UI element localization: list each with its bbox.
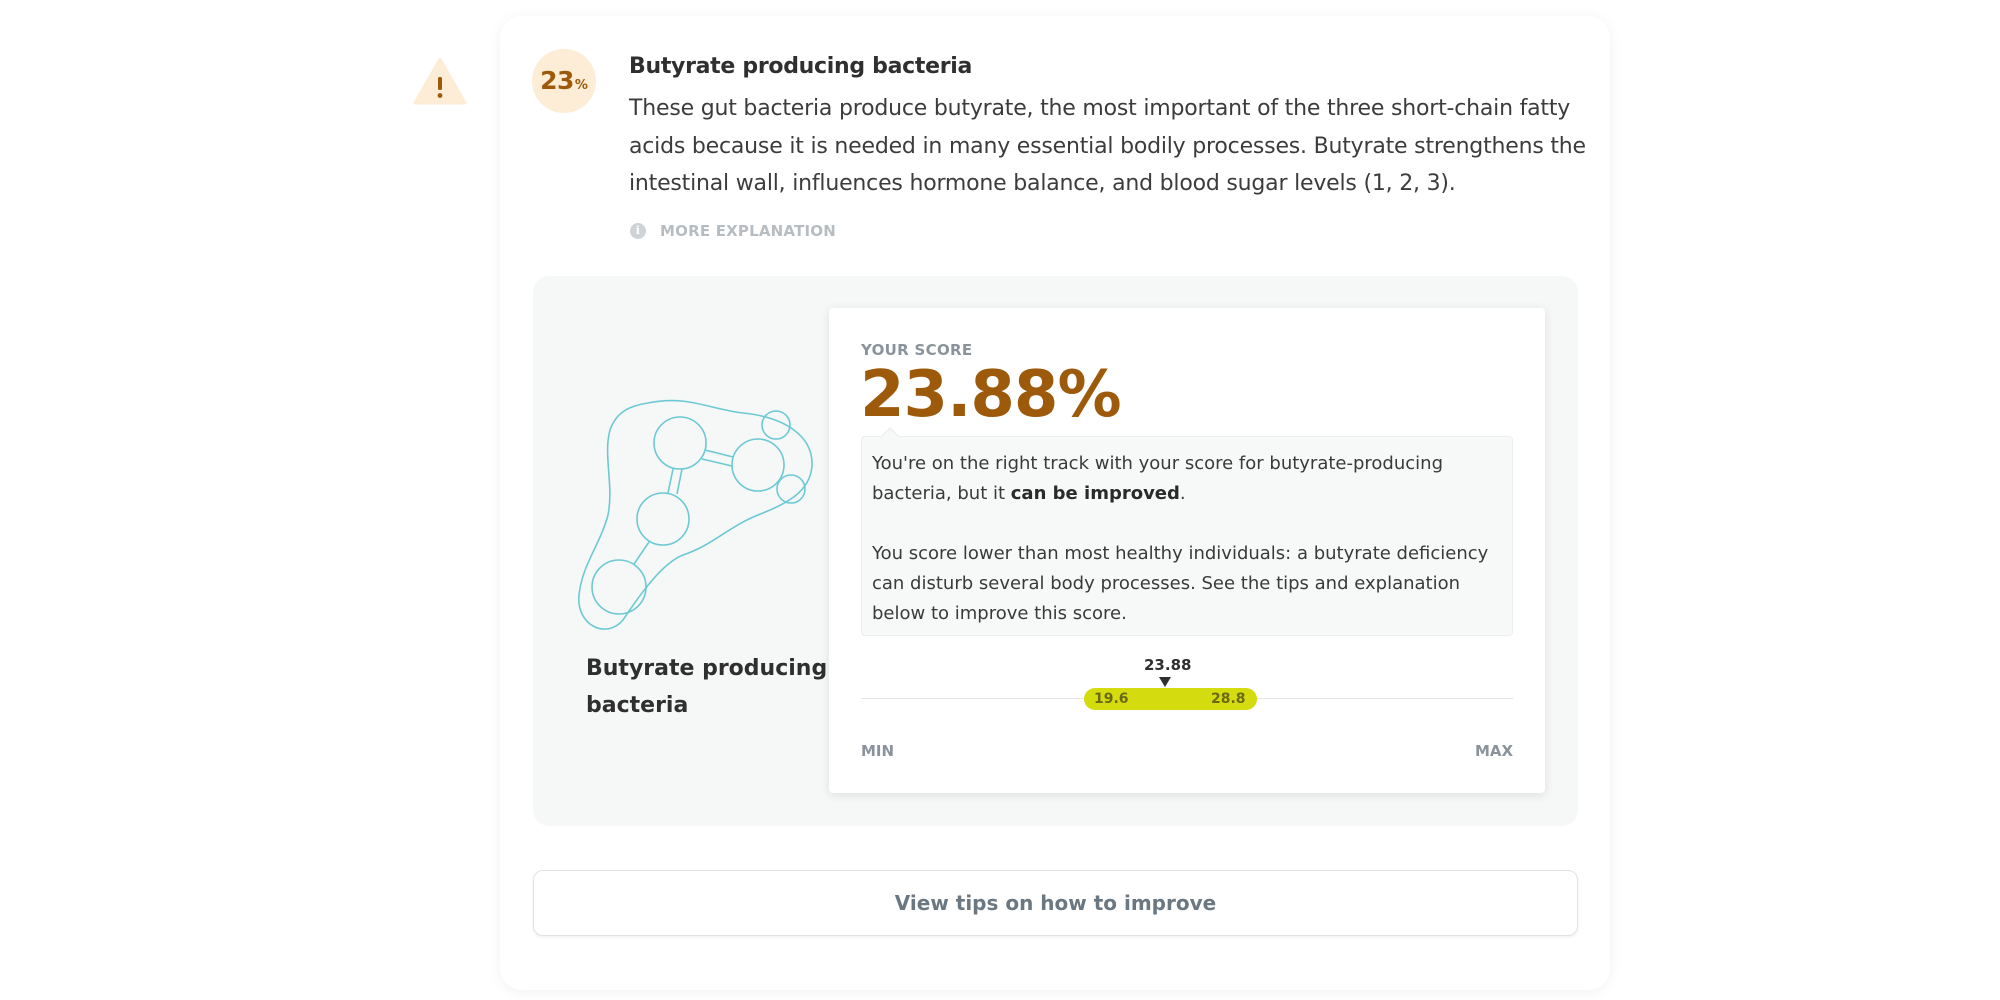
max-label: MAX (1475, 742, 1514, 760)
warning-icon (413, 57, 467, 105)
score-marker-label: 23.88 (1144, 656, 1192, 674)
range-high-label: 28.8 (1211, 691, 1246, 707)
more-explanation-label: MORE EXPLANATION (660, 222, 836, 240)
badge-unit: % (574, 78, 588, 93)
badge-value: 23 (540, 66, 574, 95)
info-icon: i (630, 223, 646, 239)
message-pointer-fill (881, 429, 899, 438)
view-tips-button[interactable]: View tips on how to improve (533, 870, 1578, 936)
message-1-emphasis: can be improved (1010, 483, 1180, 504)
bacteria-molecule-icon (578, 399, 813, 630)
score-marker-arrow (1159, 677, 1171, 687)
message-1-end: . (1179, 483, 1186, 504)
score-value: 23.88% (860, 358, 1122, 432)
score-message-1: You're on the right track with your scor… (872, 449, 1502, 509)
your-score-label: YOUR SCORE (861, 341, 973, 359)
score-badge: 23% (532, 49, 596, 113)
range-low-label: 19.6 (1094, 691, 1129, 707)
more-explanation-link[interactable]: i MORE EXPLANATION (630, 222, 836, 240)
score-message: You're on the right track with your scor… (861, 436, 1513, 636)
score-message-2: You score lower than most healthy indivi… (872, 543, 1489, 624)
min-label: MIN (861, 742, 895, 760)
panel-label: Butyrate producing bacteria (586, 656, 828, 718)
item-title: Butyrate producing bacteria (629, 54, 973, 79)
item-description: These gut bacteria produce butyrate, the… (629, 96, 1586, 196)
